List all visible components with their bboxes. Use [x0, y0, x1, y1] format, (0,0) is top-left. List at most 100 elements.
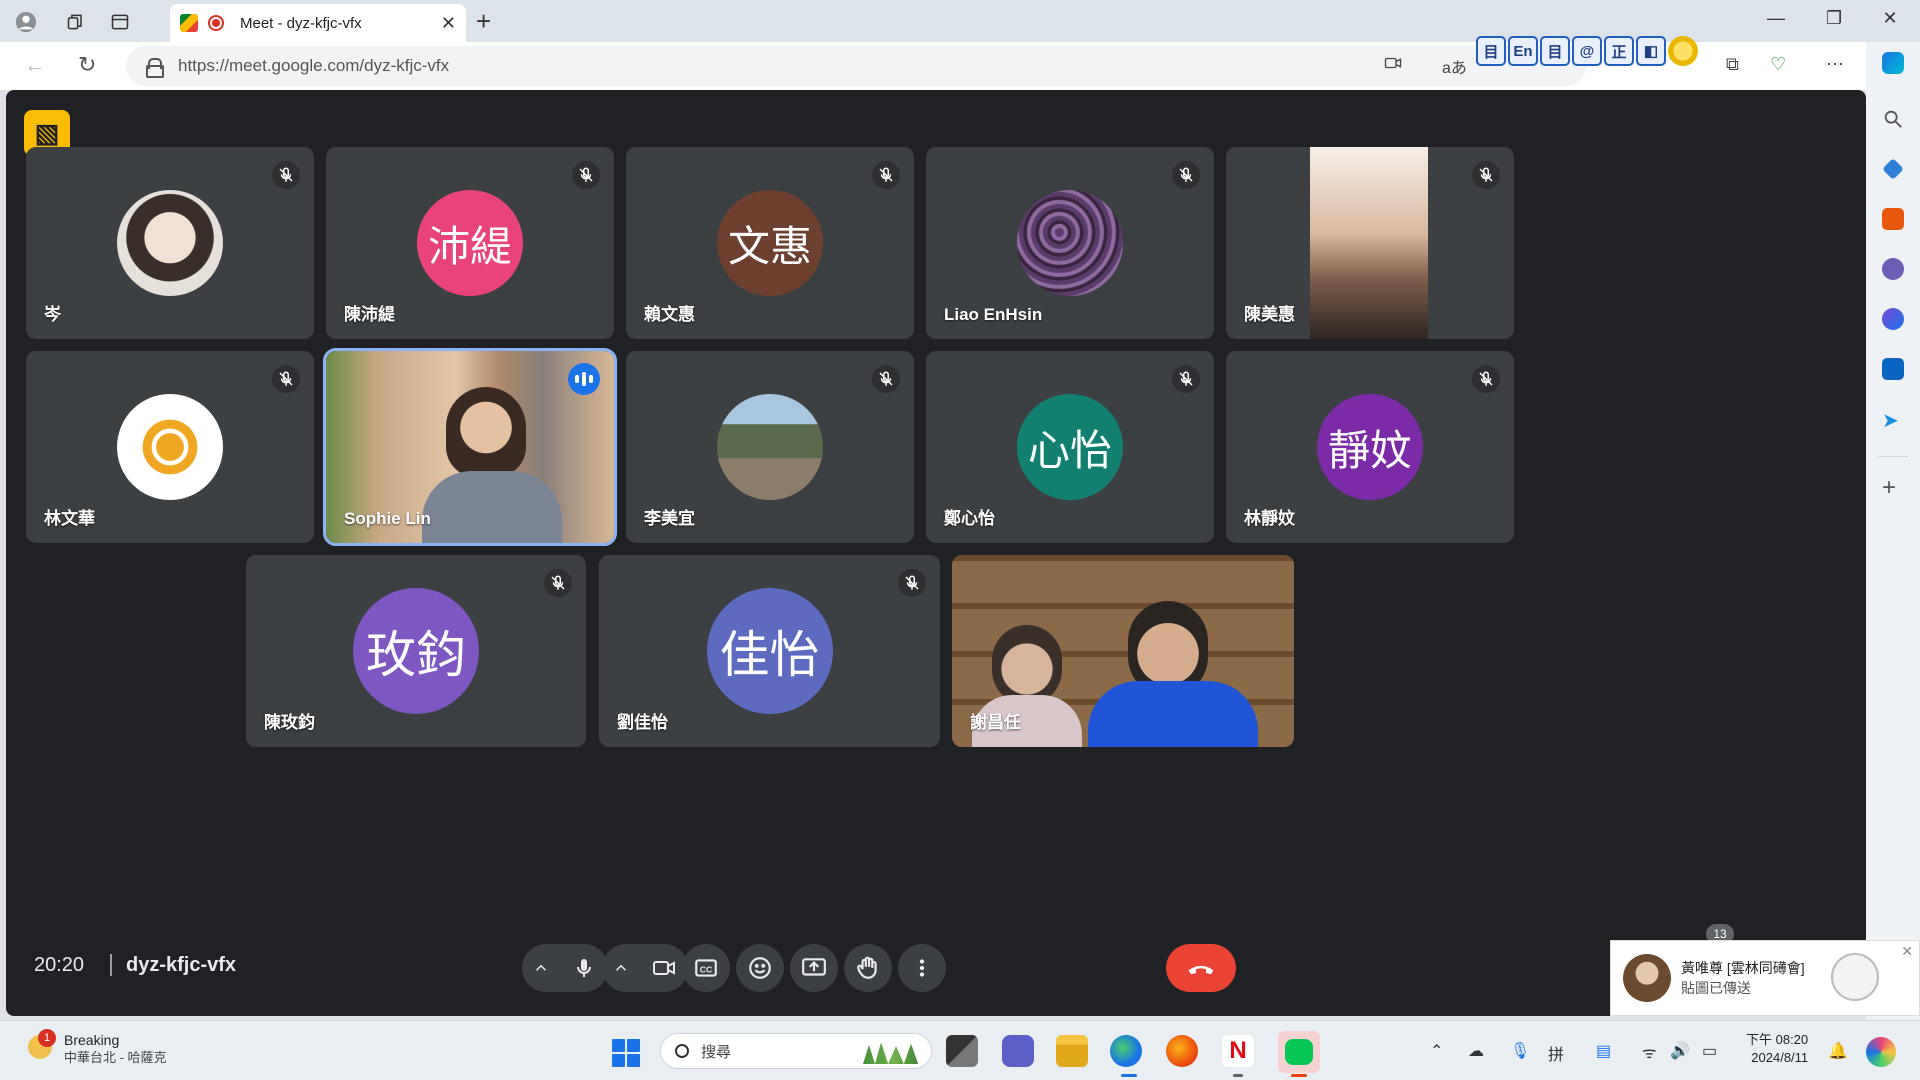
leave-call-button[interactable] — [1166, 944, 1236, 992]
camera-permission-icon[interactable] — [1384, 54, 1402, 77]
reload-icon[interactable]: ↻ — [78, 52, 96, 78]
start-button[interactable] — [612, 1039, 640, 1067]
minimize-icon[interactable]: — — [1756, 8, 1796, 29]
participant-tile[interactable]: 靜妏 林靜妏 — [1226, 351, 1514, 543]
notification-toast[interactable]: 黃唯尊 [雲林同礡會] 貼圖已傳送 ✕ — [1610, 940, 1920, 1016]
edge-icon[interactable] — [1110, 1035, 1142, 1067]
emoji-button[interactable] — [736, 944, 784, 992]
mic-off-icon — [272, 161, 300, 189]
extension-icon[interactable]: En — [1508, 36, 1538, 66]
taskbar-search[interactable]: 搜尋 — [660, 1033, 932, 1069]
volume-icon[interactable]: 🔊 — [1670, 1041, 1690, 1061]
mic-off-icon — [1172, 365, 1200, 393]
omnibox[interactable]: https://meet.google.com/dyz-kfjc-vfx — [126, 46, 1586, 86]
participant-tile[interactable]: 玫鈞 陳玫鈞 — [246, 555, 586, 747]
raise-hand-button[interactable] — [844, 944, 892, 992]
close-window-icon[interactable]: ✕ — [1870, 8, 1910, 29]
microsoft365-icon[interactable] — [1882, 308, 1904, 330]
weather-title: Breaking — [64, 1032, 120, 1048]
search-highlight-image — [863, 1042, 923, 1064]
onedrive-icon[interactable]: ☁ — [1468, 1041, 1484, 1061]
sun-extension-icon[interactable] — [1668, 36, 1698, 66]
more-menu-icon[interactable]: ⋯ — [1826, 54, 1844, 75]
file-explorer-icon[interactable] — [1056, 1035, 1088, 1067]
translate-icon[interactable]: aあ — [1442, 54, 1467, 78]
participant-tile[interactable]: 文惠 賴文惠 — [626, 147, 914, 339]
collections-icon[interactable]: ⧉ — [1726, 54, 1739, 75]
participant-tile[interactable]: 李美宜 — [626, 351, 914, 543]
send-icon[interactable]: ➤ — [1882, 408, 1904, 432]
task-view-icon[interactable] — [946, 1035, 978, 1067]
participant-tile[interactable]: 沛緹 陳沛緹 — [326, 147, 614, 339]
participant-avatar: 文惠 — [717, 190, 823, 296]
participant-tile[interactable]: 林文華 — [26, 351, 314, 543]
netflix-icon[interactable]: N — [1222, 1035, 1254, 1067]
mic-off-icon — [1472, 161, 1500, 189]
games-icon[interactable] — [1882, 258, 1904, 280]
ime-icon[interactable]: 拼 — [1548, 1041, 1564, 1065]
microphone-icon[interactable]: 🎙 — [1510, 1041, 1530, 1061]
participant-tile[interactable]: 佳怡 劉佳怡 — [599, 555, 940, 747]
url-text: https://meet.google.com/dyz-kfjc-vfx — [178, 56, 450, 75]
copilot-taskbar-icon[interactable] — [1866, 1037, 1896, 1067]
participant-tile-active-speaker[interactable]: Sophie Lin — [323, 348, 617, 546]
back-icon[interactable]: ← — [24, 52, 46, 78]
app-running-indicator — [1233, 1074, 1243, 1077]
extension-icon[interactable]: ◧ — [1636, 36, 1666, 66]
tools-icon[interactable] — [1882, 208, 1904, 230]
participant-tile[interactable]: 陳美惠 — [1226, 147, 1514, 339]
battery-icon[interactable]: ▭ — [1702, 1041, 1717, 1061]
outlook-icon[interactable] — [1882, 358, 1904, 380]
clipboard-icon[interactable]: ▤ — [1596, 1041, 1611, 1061]
extension-icon[interactable]: 正 — [1604, 36, 1634, 66]
participant-name: 陳玫鈞 — [264, 713, 315, 732]
weather-widget[interactable]: Breaking 中華台北 - 哈薩克 — [64, 1031, 167, 1067]
extension-icon[interactable]: 目 — [1476, 36, 1506, 66]
extension-icon[interactable]: 目 — [1540, 36, 1570, 66]
teams-icon[interactable] — [1002, 1035, 1034, 1067]
toast-close-icon[interactable]: ✕ — [1901, 943, 1913, 960]
mic-off-icon — [1172, 161, 1200, 189]
participant-avatar — [117, 190, 223, 296]
extension-icon[interactable]: @ — [1572, 36, 1602, 66]
participant-tile[interactable]: 謝昌任 — [952, 555, 1294, 747]
extension-strip: 目 En 目 @ 正 ◧ — [1476, 36, 1698, 66]
participant-tile[interactable]: 心怡 鄭心怡 — [926, 351, 1214, 543]
camera-button[interactable] — [640, 944, 688, 992]
meeting-clock: 20:20 — [34, 954, 85, 976]
mic-options-caret-icon[interactable] — [522, 944, 560, 992]
search-icon[interactable] — [1882, 108, 1904, 130]
line-app-icon[interactable] — [1278, 1031, 1320, 1073]
lock-icon[interactable] — [146, 58, 164, 78]
restore-icon[interactable]: ❐ — [1814, 8, 1854, 29]
captions-button[interactable]: CC — [682, 944, 730, 992]
mic-button[interactable] — [560, 944, 608, 992]
new-tab-icon[interactable]: + — [476, 6, 491, 37]
profile-icon[interactable] — [12, 8, 40, 36]
meet-favicon-icon — [180, 14, 198, 32]
copilot-icon[interactable] — [1882, 52, 1904, 74]
participant-avatar: 心怡 — [1017, 394, 1123, 500]
present-screen-button[interactable] — [790, 944, 838, 992]
participant-tile[interactable]: Liao EnHsin — [926, 147, 1214, 339]
toast-text: 黃唯尊 [雲林同礡會] 貼圖已傳送 — [1681, 958, 1805, 998]
notification-bell-icon[interactable]: 🔔 — [1828, 1041, 1848, 1061]
tab-actions-icon[interactable] — [106, 8, 134, 36]
add-icon[interactable]: + — [1882, 476, 1904, 500]
tab-close-icon[interactable]: ✕ — [441, 13, 456, 34]
sender-avatar — [1623, 954, 1671, 1002]
camera-control — [602, 944, 688, 992]
more-options-button[interactable] — [898, 944, 946, 992]
show-hidden-icons-icon[interactable]: ⌃ — [1430, 1041, 1443, 1061]
camera-options-caret-icon[interactable] — [602, 944, 640, 992]
workspaces-icon[interactable] — [62, 8, 90, 36]
shopping-tag-icon[interactable] — [1882, 158, 1904, 180]
wifi-icon[interactable]: ᯤ — [1642, 1041, 1657, 1063]
tab-meet[interactable]: Meet - dyz-kfjc-vfx ✕ — [170, 4, 466, 42]
browser-essentials-icon[interactable]: ♡ — [1770, 54, 1786, 75]
system-clock[interactable]: 下午 08:20 2024/8/11 — [1746, 1031, 1808, 1067]
participant-tile[interactable]: 岑 — [26, 147, 314, 339]
meeting-code: dyz-kfjc-vfx — [126, 954, 237, 976]
firefox-icon[interactable] — [1166, 1035, 1198, 1067]
participant-avatar: 靜妏 — [1317, 394, 1423, 500]
